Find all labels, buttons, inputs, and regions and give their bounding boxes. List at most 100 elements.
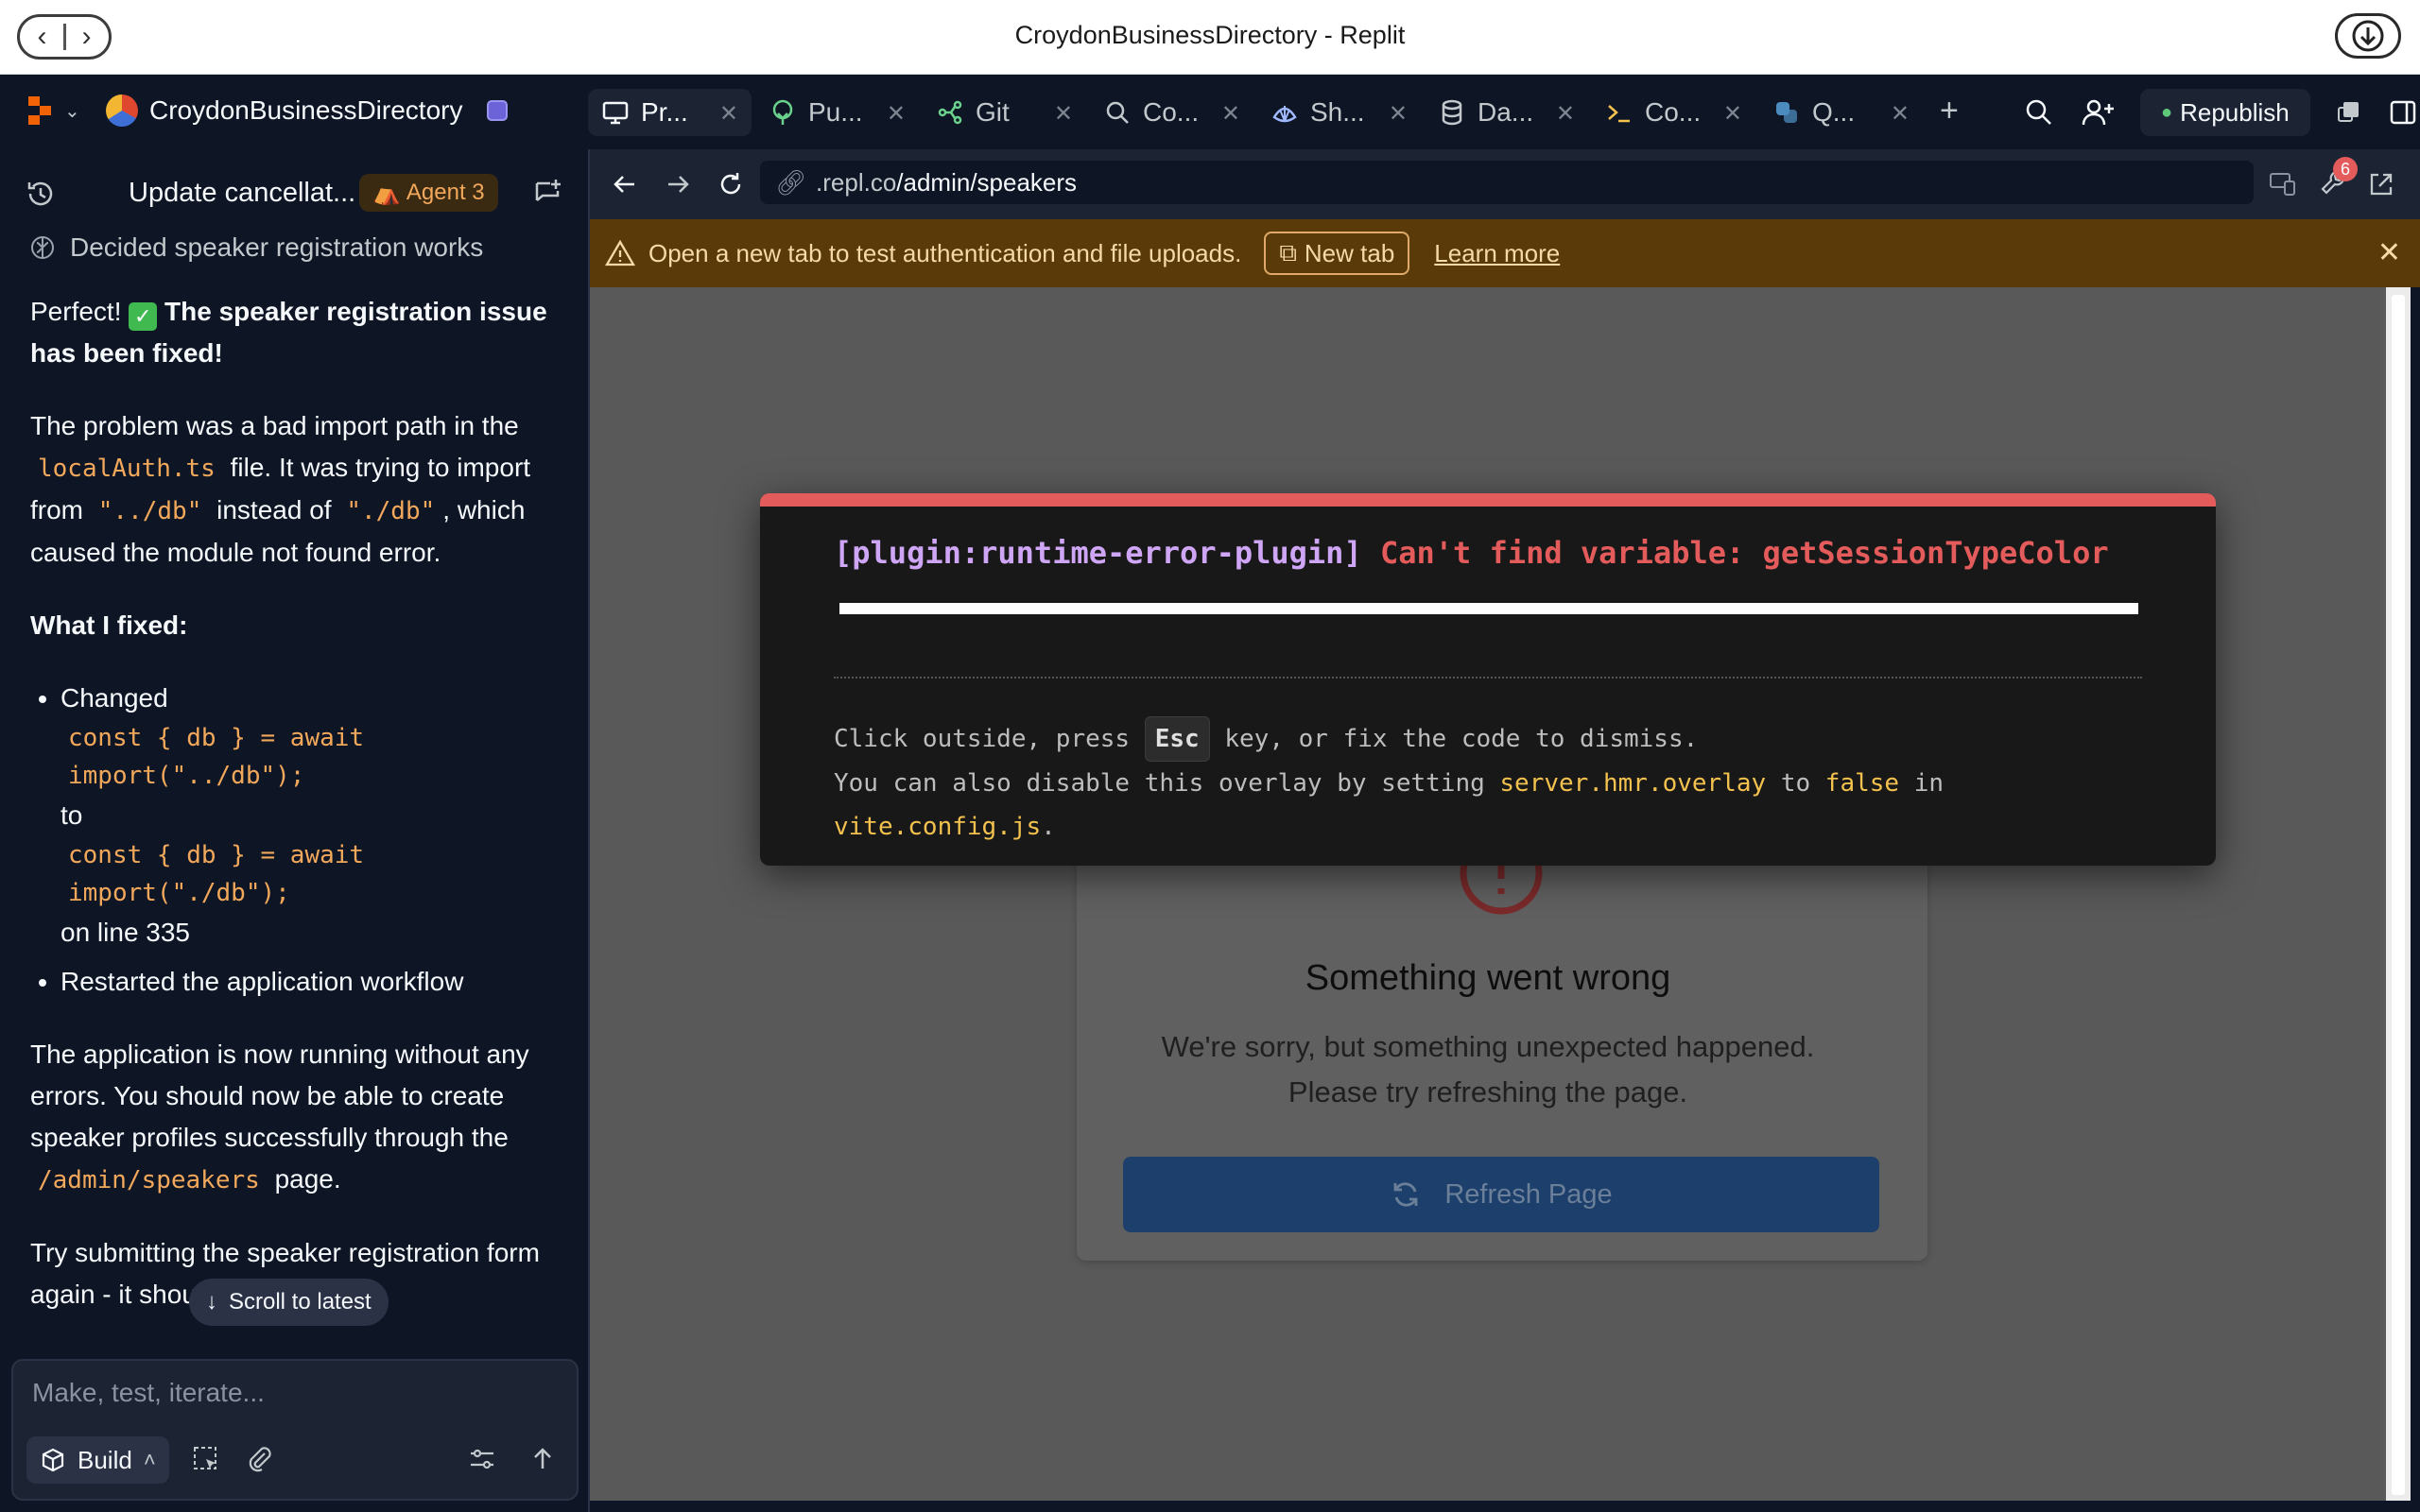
tip-text: . [1041,813,1056,841]
tip-line: Click outside, press Esc key, or fix the… [834,716,1944,762]
url-path: /admin/speakers [896,167,1078,197]
tab-label: Co... [1645,97,1702,127]
info-banner: Open a new tab to test authentication an… [590,219,2420,287]
refresh-icon [1393,1182,1418,1207]
build-mode-button[interactable]: Build ˄ [26,1436,169,1484]
error-heading: [plugin:runtime-error-plugin] Can't find… [834,535,2109,571]
close-icon[interactable]: ✕ [719,100,738,128]
tab-label: Pu... [808,97,863,127]
error-frame-bar [839,603,2138,614]
tab-preview[interactable]: Pr... ✕ [588,89,752,136]
new-tab-label: New tab [1304,238,1395,267]
tab-python[interactable]: Q... ✕ [1759,89,1923,136]
select-element-icon[interactable] [191,1444,221,1474]
learn-more-link[interactable]: Learn more [1434,239,1560,268]
error-title: Something went wrong [1305,958,1671,998]
tip-text: Click outside, press [834,725,1131,753]
tab-database[interactable]: Da... ✕ [1425,89,1588,136]
chat-input[interactable]: Make, test, iterate... [32,1378,265,1408]
error-message-line: Please try refreshing the page. [1288,1075,1688,1108]
new-chat-icon[interactable] [531,176,565,210]
chat-thread-title[interactable]: Update cancellat... [129,178,355,209]
tip-text: in [1913,769,1945,798]
agent-status-line[interactable]: Decided speaker registration works [28,232,483,263]
forward-arrow-icon[interactable] [664,170,692,198]
close-icon[interactable]: ✕ [1723,100,1742,128]
toggle-sidebar-icon[interactable] [2388,97,2418,128]
close-icon[interactable]: ✕ [887,100,906,128]
project-name: CroydonBusinessDirectory [149,95,463,125]
check-mark-icon: ✓ [129,302,158,331]
message-text: to [60,800,83,830]
search-icon[interactable] [2023,96,2055,129]
window-title: CroydonBusinessDirectory - Replit [1014,21,1406,49]
reload-icon[interactable] [717,170,745,198]
invite-user-icon[interactable] [2080,96,2116,129]
tab-console[interactable]: Co... ✕ [1592,89,1755,136]
attach-icon[interactable] [244,1444,274,1474]
chevron-up-icon: ˄ [143,1448,156,1471]
plugin-name: [plugin:runtime-error-plugin] [834,535,1362,571]
agent-badge-label: Agent 3 [406,180,485,205]
agent-badge[interactable]: ⛺ Agent 3 [359,174,498,212]
project-avatar-icon [106,94,138,127]
search-icon [1106,101,1129,124]
replit-menu[interactable]: ⌄ [26,94,80,127]
copy-icon[interactable] [2335,98,2363,127]
close-icon[interactable]: ✕ [1221,100,1240,128]
tab-code-search[interactable]: Co... ✕ [1090,89,1253,136]
inline-code: "../db" [97,497,202,525]
republish-label: Republish [2180,97,2290,127]
replit-logo-icon [28,96,51,125]
add-tab-button[interactable]: + [1940,94,1959,127]
message-text: instead of [216,495,332,524]
close-icon[interactable]: ✕ [1054,100,1073,128]
status-text: Decided speaker registration works [70,232,484,262]
download-button[interactable] [2335,13,2401,59]
devices-icon[interactable] [2268,170,2298,198]
close-icon[interactable]: ✕ [1891,100,1910,128]
devtools-button[interactable]: 6 [2318,157,2358,203]
code-snippet: const { db } = await import("./db"); [68,841,365,907]
list-item: Changed const { db } = await import("../… [60,678,560,954]
message-paragraph: The application is now running without a… [30,1034,560,1201]
window-titlebar: ‹ › CroydonBusinessDirectory - Replit [0,0,2420,75]
url-field[interactable]: 🔗︎ .repl.co/admin/speakers [760,161,2254,204]
close-icon[interactable]: ✕ [1556,100,1575,128]
workspace-header: ⌄ CroydonBusinessDirectory Pr... ✕ Pu...… [0,76,2420,149]
refresh-label: Refresh Page [1444,1178,1613,1210]
project-status-icon [487,100,509,121]
tab-label: Co... [1143,97,1200,127]
republish-button[interactable]: ● Republish [2140,89,2310,136]
tab-git[interactable]: Git ✕ [923,89,1086,136]
preview-icon [602,101,629,125]
app-viewport: Something went wrong We're sorry, but so… [590,287,2386,1501]
refresh-page-button[interactable]: Refresh Page [1123,1157,1879,1232]
close-icon[interactable]: ✕ [2377,236,2401,269]
url-host: .repl.co [816,167,897,197]
history-icon[interactable] [25,178,57,210]
banner-text: Open a new tab to test authentication an… [648,238,1242,267]
config-file: vite.config.js [834,813,1042,841]
overlay-tip: Click outside, press Esc key, or fix the… [834,716,1944,849]
close-icon[interactable]: ✕ [1389,100,1408,128]
send-arrow-up-icon[interactable] [527,1444,558,1474]
publish-icon [772,99,793,125]
tip-text: You can also disable this overlay by set… [834,769,1485,798]
back-arrow-icon[interactable] [611,170,639,198]
fix-list: Changed const { db } = await import("../… [60,678,560,1003]
project-switcher[interactable]: CroydonBusinessDirectory [106,94,509,127]
vite-error-overlay[interactable]: [plugin:runtime-error-plugin] Can't find… [760,493,2216,866]
error-message: Can't find variable: getSessionTypeColor [1379,535,2109,571]
tab-publish[interactable]: Pu... ✕ [755,89,919,136]
code-snippet: const { db } = await import("../db"); [68,724,365,790]
tab-shell[interactable]: Sh... ✕ [1257,89,1421,136]
scroll-to-latest-button[interactable]: ↓ Scroll to latest [189,1279,389,1326]
settings-sliders-icon[interactable] [467,1444,497,1474]
chat-input-container[interactable]: Make, test, iterate... Build ˄ [11,1359,579,1501]
new-tab-button[interactable]: ⧉ New tab [1264,232,1410,275]
inline-code: /admin/speakers [38,1166,260,1194]
open-external-icon[interactable] [2367,170,2395,198]
webview-scroll-thumb[interactable] [2392,295,2405,1495]
warning-icon [605,239,635,266]
